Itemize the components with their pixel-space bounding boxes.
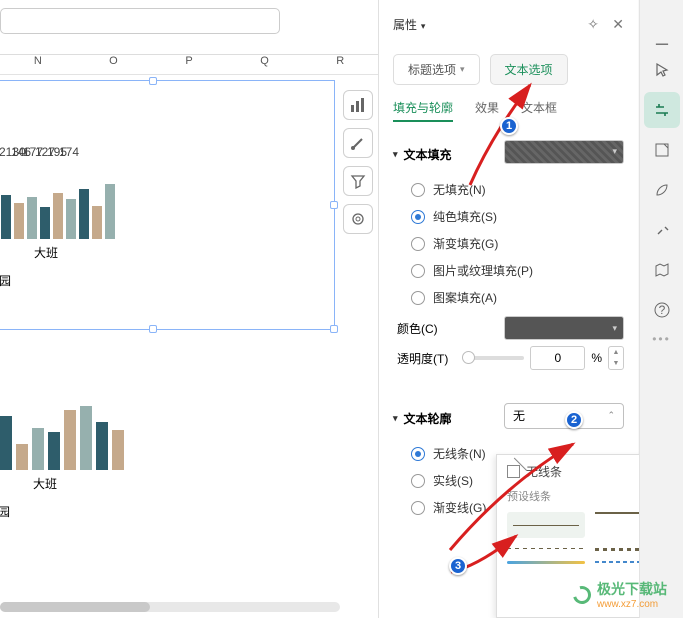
x-school-2: 幼儿园 bbox=[0, 503, 10, 520]
opacity-value[interactable]: 0 bbox=[530, 346, 585, 370]
section-text-outline[interactable]: 文本轮廓 bbox=[404, 410, 452, 427]
section-text-fill[interactable]: 文本填充 bbox=[404, 146, 452, 163]
select-icon[interactable] bbox=[644, 52, 680, 88]
panel-title: 属性 ▾ bbox=[393, 16, 425, 33]
gear-icon[interactable] bbox=[343, 204, 373, 234]
opacity-slider[interactable] bbox=[464, 356, 524, 360]
radio-no-fill[interactable]: 无填充(N) bbox=[411, 181, 624, 198]
more-icon[interactable]: ••• bbox=[640, 332, 683, 346]
brush-icon[interactable] bbox=[343, 128, 373, 158]
chart-selected[interactable]: 2130146177127195174 大班 幼儿园 bbox=[0, 80, 335, 330]
column-headers[interactable]: N O P Q R bbox=[0, 55, 378, 75]
svg-text:?: ? bbox=[658, 303, 665, 317]
resize-handle-br[interactable] bbox=[330, 325, 338, 333]
label-opacity: 透明度(T) bbox=[397, 350, 448, 367]
resize-handle-top[interactable] bbox=[149, 77, 157, 85]
subtab-fill-outline[interactable]: 填充与轮廓 bbox=[393, 99, 453, 122]
formula-bar[interactable] bbox=[0, 8, 280, 34]
annotation-badge-1: 1 bbox=[500, 117, 518, 135]
annotation-badge-3: 3 bbox=[449, 557, 467, 575]
line-preset-dash-thin[interactable] bbox=[507, 548, 585, 549]
annotation-badge-2: 2 bbox=[565, 411, 583, 429]
tools-icon[interactable] bbox=[644, 212, 680, 248]
chart-type-icon[interactable] bbox=[343, 90, 373, 120]
resize-handle-right[interactable] bbox=[330, 201, 338, 209]
tab-text-options[interactable]: 文本选项 bbox=[490, 54, 568, 85]
scroll-thumb[interactable] bbox=[0, 602, 150, 612]
watermark-url: www.xz7.com bbox=[597, 599, 667, 610]
collapse-icon[interactable]: – bbox=[640, 30, 683, 56]
chart-tools bbox=[343, 90, 377, 242]
close-icon[interactable]: ✕ bbox=[612, 16, 624, 32]
outline-dropdown[interactable]: 无⌃ bbox=[504, 403, 624, 429]
settings-icon[interactable] bbox=[644, 92, 680, 128]
col-P[interactable]: P bbox=[151, 55, 227, 74]
subtab-textbox[interactable]: 文本框 bbox=[521, 99, 557, 122]
col-R[interactable]: R bbox=[302, 55, 378, 74]
line-preset-thin-solid[interactable] bbox=[507, 512, 585, 538]
right-rail: – ? ••• bbox=[639, 0, 683, 618]
fill-swatch[interactable]: ▾ bbox=[504, 140, 624, 164]
leaf-icon[interactable] bbox=[644, 172, 680, 208]
formula-bar-area bbox=[0, 0, 378, 55]
col-N[interactable]: N bbox=[0, 55, 76, 74]
chart-2[interactable]: 大班 幼儿园 bbox=[0, 350, 130, 550]
color-picker[interactable]: ▾ bbox=[504, 316, 624, 340]
worksheet-area: N O P Q R 2130146177127195174 大班 幼儿园 大班 … bbox=[0, 0, 378, 618]
bar-group-1[interactable] bbox=[1, 184, 115, 239]
opacity-stepper[interactable]: ▲▼ bbox=[608, 346, 624, 370]
radio-solid-fill[interactable]: 纯色填充(S) bbox=[411, 208, 624, 225]
data-labels: 2130146177127195174 bbox=[0, 145, 70, 159]
bar-group-2 bbox=[0, 406, 124, 470]
col-O[interactable]: O bbox=[76, 55, 152, 74]
col-Q[interactable]: Q bbox=[227, 55, 303, 74]
line-preset-gradient[interactable] bbox=[507, 561, 585, 564]
radio-gradient-fill[interactable]: 渐变填充(G) bbox=[411, 235, 624, 252]
resize-handle-bottom[interactable] bbox=[149, 325, 157, 333]
watermark-logo-icon bbox=[570, 582, 595, 607]
watermark: 极光下载站 www.xz7.com bbox=[573, 579, 667, 610]
watermark-name: 极光下载站 bbox=[597, 581, 667, 597]
x-category-2: 大班 bbox=[33, 475, 57, 492]
help-icon[interactable]: ? bbox=[644, 292, 680, 328]
subtab-effect[interactable]: 效果 bbox=[475, 99, 499, 122]
radio-picture-fill[interactable]: 图片或纹理填充(P) bbox=[411, 262, 624, 279]
map-icon[interactable] bbox=[644, 252, 680, 288]
opacity-unit: % bbox=[591, 351, 602, 365]
horizontal-scrollbar[interactable] bbox=[0, 602, 340, 612]
tab-title-options[interactable]: 标题选项▾ bbox=[393, 54, 480, 85]
filter-icon[interactable] bbox=[343, 166, 373, 196]
pin-icon[interactable]: ✧ bbox=[587, 16, 599, 32]
label-color: 颜色(C) bbox=[397, 320, 438, 337]
share-icon[interactable] bbox=[644, 132, 680, 168]
x-school: 幼儿园 bbox=[0, 272, 11, 289]
x-category: 大班 bbox=[34, 244, 58, 261]
radio-pattern-fill[interactable]: 图案填充(A) bbox=[411, 289, 624, 306]
